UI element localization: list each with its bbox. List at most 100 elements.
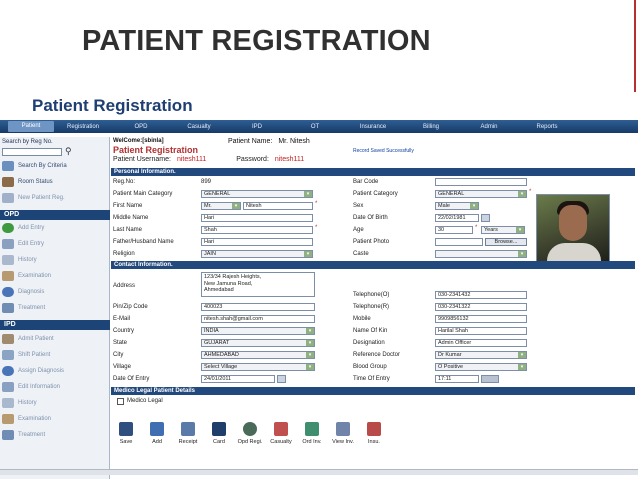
- ambulance-icon: [274, 422, 288, 436]
- sidebar-item-label: Examination: [18, 273, 52, 279]
- caste-select[interactable]: ▾: [435, 250, 527, 258]
- time-picker-icon[interactable]: [481, 375, 499, 383]
- last-name-field[interactable]: Shah: [201, 226, 313, 234]
- sidebar-item-shift-patient[interactable]: Shift Patient: [2, 350, 50, 360]
- photo-label: Patient Photo: [353, 239, 390, 245]
- first-name-field[interactable]: Nitesh: [243, 202, 313, 210]
- nav-admin[interactable]: Admin: [460, 124, 518, 130]
- chevron-down-icon: ▾: [518, 251, 526, 257]
- tel-r-field[interactable]: 030-2341322: [435, 303, 527, 311]
- sidebar-item-ipd-examination[interactable]: Examination: [2, 414, 51, 424]
- sidebar-item-room-status[interactable]: Room Status: [2, 177, 53, 187]
- sidebar-item-label: Diagnosis: [18, 289, 45, 295]
- dob-field[interactable]: 22/02/1981: [435, 214, 479, 222]
- calendar-icon[interactable]: [481, 214, 490, 222]
- nav-ot[interactable]: OT: [286, 124, 344, 130]
- toe-label: Time Of Entry: [353, 376, 390, 382]
- pin-label: Pin/Zip Code: [113, 304, 148, 310]
- category-select[interactable]: GENERAL ▾: [435, 190, 527, 198]
- view-inv-button[interactable]: View Inv.: [328, 422, 358, 445]
- sidebar-item-label: Examination: [18, 416, 52, 422]
- calendar-icon[interactable]: [277, 375, 286, 383]
- sidebar-item-ipd-history[interactable]: History: [2, 398, 37, 408]
- age-unit-value: Years: [484, 227, 498, 233]
- state-select[interactable]: GUJARAT ▾: [201, 339, 315, 347]
- age-unit-select[interactable]: Years ▾: [481, 226, 525, 234]
- sidebar-item-edit-information[interactable]: Edit Information: [2, 382, 60, 392]
- pin-field[interactable]: 400023: [201, 303, 315, 311]
- age-field[interactable]: 30: [435, 226, 473, 234]
- search-icon[interactable]: ⚲: [65, 146, 72, 157]
- designation-field[interactable]: Admin Officer: [435, 339, 527, 347]
- religion-select[interactable]: JAIN ▾: [201, 250, 313, 258]
- sidebar-item-new-patient[interactable]: New Patient Reg.: [2, 193, 65, 203]
- nav-ipd[interactable]: IPD: [228, 124, 286, 130]
- category-label: Patient Category: [353, 191, 398, 197]
- required-marker: *: [315, 201, 318, 207]
- browse-button[interactable]: Browse...: [485, 238, 527, 246]
- sidebar-item-admit-patient[interactable]: Admit Patient: [2, 334, 54, 344]
- main-category-select[interactable]: GENERAL ▾: [201, 190, 313, 198]
- insu-button[interactable]: Insu.: [359, 422, 389, 445]
- sidebar-head-opd: OPD: [0, 210, 110, 220]
- mobile-field[interactable]: 9909856132: [435, 315, 527, 323]
- nav-patient[interactable]: Patient: [8, 121, 54, 132]
- ord-inv-button[interactable]: Ord Inv.: [297, 422, 327, 445]
- receipt-icon: [181, 422, 195, 436]
- doe-field[interactable]: 24/01/2011: [201, 375, 275, 383]
- casualty-button[interactable]: Casualty: [266, 422, 296, 445]
- patient-photo: [536, 194, 610, 268]
- blood-group-select[interactable]: O Positive ▾: [435, 363, 527, 371]
- blood-group-label: Blood Group: [353, 364, 387, 370]
- admit-icon: [2, 334, 14, 344]
- horizontal-scrollbar[interactable]: [0, 469, 638, 475]
- opd-regi-button[interactable]: Opd Regi.: [235, 422, 265, 445]
- receipt-label: Receipt: [178, 439, 198, 445]
- city-select[interactable]: AHMEDABAD ▾: [201, 351, 315, 359]
- nav-billing[interactable]: Billing: [402, 124, 460, 130]
- email-field[interactable]: nitesh.shah@gmail.com: [201, 315, 315, 323]
- sidebar-item-treatment[interactable]: Treatment: [2, 303, 45, 313]
- sidebar-item-search-criteria[interactable]: Search By Criteria: [2, 161, 67, 171]
- nav-insurance[interactable]: Insurance: [344, 124, 402, 130]
- sidebar-item-add-entry[interactable]: Add Entry: [2, 223, 44, 233]
- user-add-icon: [2, 193, 14, 203]
- receipt-button[interactable]: Receipt: [173, 422, 203, 445]
- middle-name-field[interactable]: Hari: [201, 214, 313, 222]
- sex-select[interactable]: Male ▾: [435, 202, 479, 210]
- photo-path-field[interactable]: [435, 238, 483, 246]
- sidebar-item-history[interactable]: History: [2, 255, 37, 265]
- password-value: nitesh111: [274, 156, 305, 163]
- sidebar-item-ipd-treatment[interactable]: Treatment: [2, 430, 45, 440]
- top-nav: Patient Registration OPD Casualty IPD OT…: [0, 120, 638, 133]
- sidebar-item-examination[interactable]: Examination: [2, 271, 51, 281]
- ref-doctor-select[interactable]: Dr Kumar ▾: [435, 351, 527, 359]
- chevron-down-icon: ▾: [306, 328, 314, 334]
- father-name-field[interactable]: Hari: [201, 238, 313, 246]
- address-textarea[interactable]: 123/34 Rajesh Heights, New Jamuna Road, …: [201, 272, 315, 297]
- nav-registration[interactable]: Registration: [54, 124, 112, 130]
- search-reg-input[interactable]: [2, 148, 62, 156]
- patient-name-label: Patient Name:: [228, 138, 273, 145]
- medico-legal-checkbox[interactable]: [117, 398, 124, 405]
- sidebar-item-diagnosis[interactable]: Diagnosis: [2, 287, 44, 297]
- nav-opd[interactable]: OPD: [112, 124, 170, 130]
- card-button[interactable]: Card: [204, 422, 234, 445]
- save-button[interactable]: Save: [111, 422, 141, 445]
- sidebar-item-assign-diagnosis[interactable]: Assign Diagnosis: [2, 366, 64, 376]
- sidebar-item-edit-entry[interactable]: Edit Entry: [2, 239, 44, 249]
- nav-casualty[interactable]: Casualty: [170, 124, 228, 130]
- dob-label: Date Of Birth: [353, 215, 388, 221]
- kin-field[interactable]: Harilal Shah: [435, 327, 527, 335]
- nav-reports[interactable]: Reports: [518, 124, 576, 130]
- village-select[interactable]: Select Village ▾: [201, 363, 315, 371]
- country-select[interactable]: INDIA ▾: [201, 327, 315, 335]
- barcode-field[interactable]: [435, 178, 527, 186]
- salutation-select[interactable]: Mr. ▾: [201, 202, 241, 210]
- age-label: Age: [353, 227, 364, 233]
- toe-field[interactable]: 17:11: [435, 375, 479, 383]
- sidebar-item-label: Add Entry: [18, 225, 45, 231]
- add-button[interactable]: Add: [142, 422, 172, 445]
- tel-o-field[interactable]: 030-2341432: [435, 291, 527, 299]
- sidebar-item-label: New Patient Reg.: [18, 195, 65, 201]
